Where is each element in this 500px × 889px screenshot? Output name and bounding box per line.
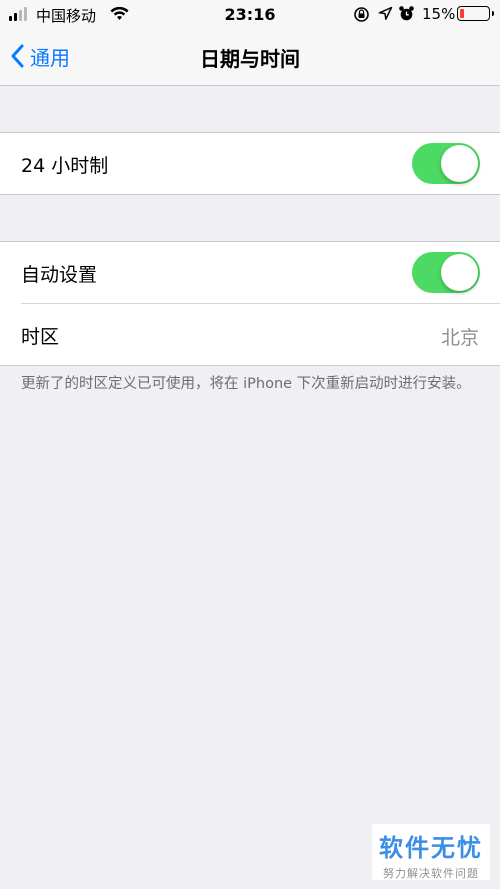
- 24-hour-toggle[interactable]: [412, 143, 480, 184]
- clock-format-group: 24 小时制: [0, 132, 500, 195]
- toggle-knob: [441, 254, 478, 291]
- timezone-footnote: 更新了的时区定义已可使用，将在 iPhone 下次重新启动时进行安装。: [21, 376, 471, 392]
- auto-set-row: 自动设置: [0, 242, 500, 303]
- rotation-lock-icon: [354, 7, 369, 22]
- watermark-subtitle: 努力解决软件问题: [383, 867, 479, 880]
- timezone-row[interactable]: 时区 北京: [21, 303, 500, 365]
- 24-hour-label: 24 小时制: [21, 155, 109, 177]
- auto-set-label: 自动设置: [21, 264, 98, 286]
- auto-time-group: 自动设置 时区 北京: [0, 241, 500, 366]
- alarm-icon: [399, 6, 414, 21]
- watermark-logo: 软件无忧 努力解决软件问题: [372, 824, 490, 880]
- navigation-bar: 通用 日期与时间: [0, 28, 500, 86]
- timezone-value: 北京: [440, 327, 479, 349]
- watermark-title: 软件无忧: [379, 834, 483, 862]
- battery-level: [460, 9, 464, 18]
- status-bar: 中国移动 23:16 15%: [0, 0, 500, 28]
- location-icon: [378, 6, 393, 20]
- toggle-knob: [441, 145, 478, 182]
- battery-icon: [457, 6, 494, 21]
- page-title: 日期与时间: [200, 47, 300, 71]
- 24-hour-row: 24 小时制: [0, 133, 500, 194]
- battery-percent: 15%: [422, 5, 456, 23]
- timezone-label: 时区: [21, 326, 60, 348]
- auto-set-toggle[interactable]: [412, 252, 480, 293]
